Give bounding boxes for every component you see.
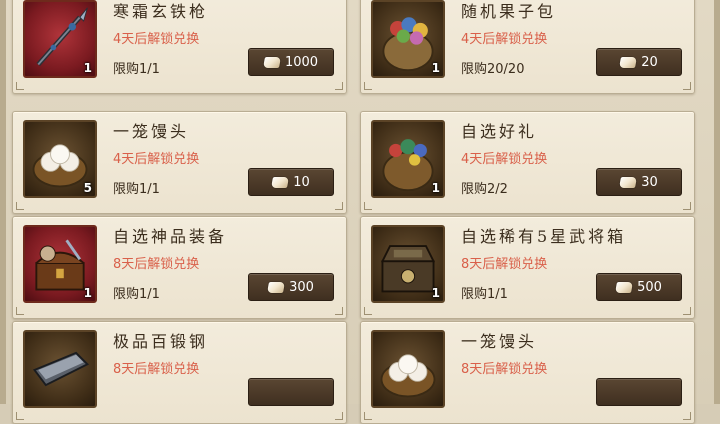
item-name: 自选稀有5星武将箱 [461,227,627,246]
exchange-shop-panel: 1 寒霜玄铁枪 4天后解锁兑换 限购1/1 1000 1 随机果子包 4天后解锁… [0,0,720,424]
silver-ingot-icon [615,281,634,293]
item-name: 寒霜玄铁枪 [113,2,209,21]
item-thumbnail[interactable] [371,330,445,408]
price-value: 1000 [284,54,319,70]
item-quantity: 1 [431,181,440,195]
item-thumbnail[interactable]: 5 [23,120,97,198]
item-name: 自选好礼 [461,122,538,141]
item-quantity: 1 [83,286,92,300]
price-value: 500 [637,279,662,295]
item-thumbnail[interactable] [23,330,97,408]
item-quantity: 1 [83,61,92,75]
price-value: 30 [641,174,658,190]
silver-ingot-icon [271,176,290,188]
purchase-limit: 限购2/2 [461,182,508,197]
item-quantity: 1 [431,286,440,300]
steel-ingot-icon [32,351,90,387]
item-name: 一笼馒头 [461,332,538,351]
buy-button[interactable]: 300 [248,273,334,301]
purchase-limit: 限购1/1 [113,62,160,77]
buy-button[interactable]: 500 [596,273,682,301]
item-thumbnail[interactable]: 1 [23,225,97,303]
silver-ingot-icon [262,56,281,68]
buy-button[interactable]: 30 [596,168,682,196]
item-thumbnail[interactable]: 1 [371,0,445,78]
unlock-countdown: 8天后解锁兑换 [113,362,200,377]
shop-item-card[interactable]: 极品百锻钢 8天后解锁兑换 [12,321,347,424]
shop-item-card[interactable]: 一笼馒头 8天后解锁兑换 [360,321,695,424]
item-name: 一笼馒头 [113,122,190,141]
shop-item-card[interactable]: 1 自选神品装备 8天后解锁兑换 限购1/1 300 [12,216,347,319]
buy-button[interactable] [248,378,334,406]
unlock-countdown: 8天后解锁兑换 [113,257,200,272]
shop-item-card[interactable]: 1 自选好礼 4天后解锁兑换 限购2/2 30 [360,111,695,214]
buy-button[interactable]: 20 [596,48,682,76]
shop-item-card[interactable]: 1 寒霜玄铁枪 4天后解锁兑换 限购1/1 1000 [12,0,347,94]
unlock-countdown: 8天后解锁兑换 [461,362,548,377]
purchase-limit: 限购1/1 [461,287,508,302]
silver-ingot-icon [619,56,638,68]
shop-item-card[interactable]: 5 一笼馒头 4天后解锁兑换 限购1/1 10 [12,111,347,214]
purchase-limit: 限购1/1 [113,287,160,302]
item-thumbnail[interactable]: 1 [371,225,445,303]
item-quantity: 5 [83,181,92,195]
shop-item-card[interactable]: 1 随机果子包 4天后解锁兑换 限购20/20 20 [360,0,695,94]
unlock-countdown: 8天后解锁兑换 [461,257,548,272]
silver-ingot-icon [267,281,286,293]
purchase-limit: 限购20/20 [461,62,525,77]
buy-button[interactable]: 10 [248,168,334,196]
shop-item-card[interactable]: 1 自选稀有5星武将箱 8天后解锁兑换 限购1/1 500 [360,216,695,319]
price-value: 10 [293,174,310,190]
unlock-countdown: 4天后解锁兑换 [461,32,548,47]
item-thumbnail[interactable]: 1 [23,0,97,78]
item-quantity: 1 [431,61,440,75]
price-value: 300 [289,279,314,295]
item-thumbnail[interactable]: 1 [371,120,445,198]
unlock-countdown: 4天后解锁兑换 [113,32,200,47]
purchase-limit: 限购1/1 [113,182,160,197]
unlock-countdown: 4天后解锁兑换 [113,152,200,167]
buy-button[interactable] [596,378,682,406]
unlock-countdown: 4天后解锁兑换 [461,152,548,167]
steamed-buns-icon [380,354,436,398]
item-name: 自选神品装备 [113,227,228,246]
item-name: 极品百锻钢 [113,332,209,351]
item-name: 随机果子包 [461,2,557,21]
silver-ingot-icon [619,176,638,188]
buy-button[interactable]: 1000 [248,48,334,76]
price-value: 20 [641,54,658,70]
